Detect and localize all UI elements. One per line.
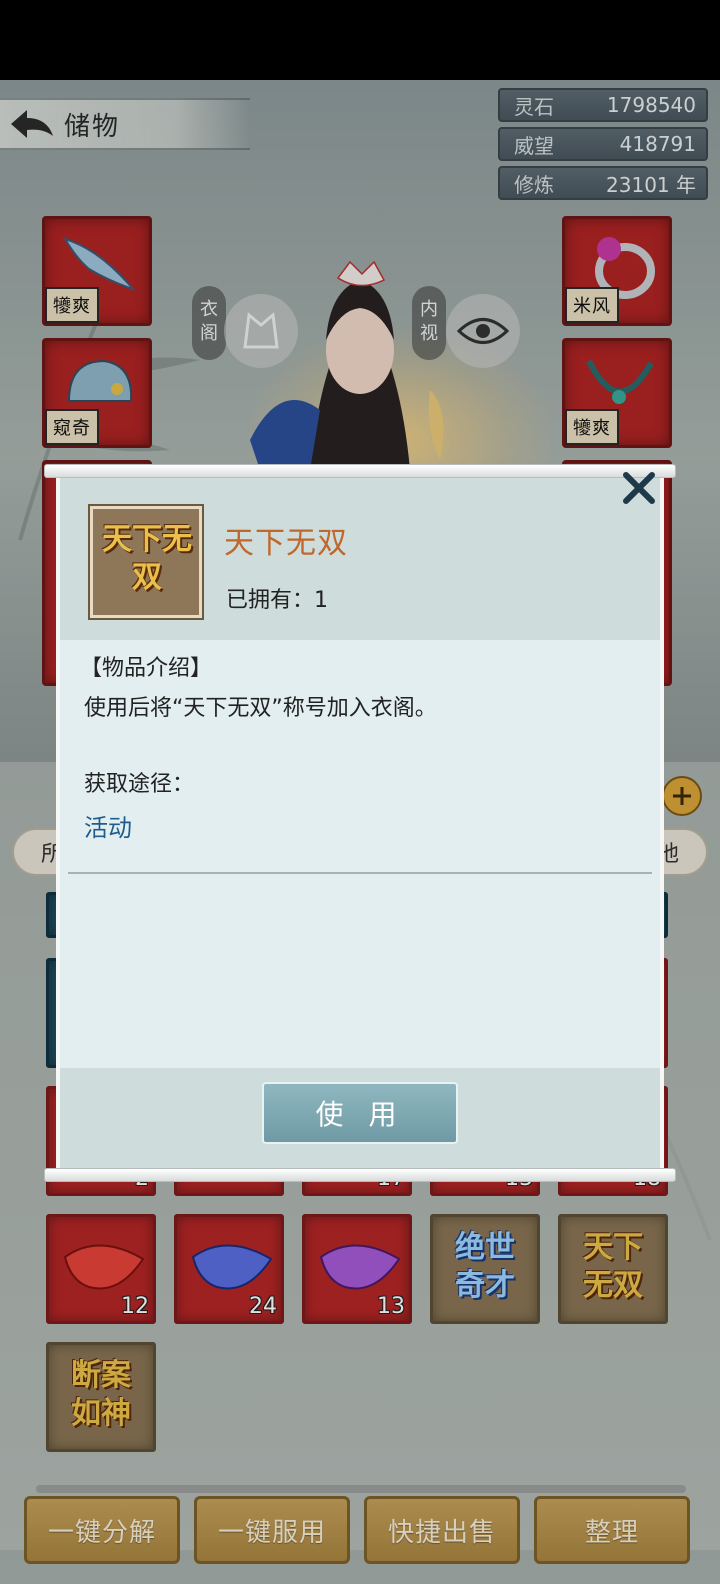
owned-count: 已拥有：1 [226, 588, 328, 613]
use-button[interactable]: 使 用 [262, 1082, 458, 1144]
title-item-art: 天下无双 [102, 522, 192, 595]
scroll-rod-bottom [44, 1168, 676, 1182]
item-name: 天下无双 [224, 526, 348, 561]
divider [68, 872, 652, 874]
dialog-body: 天下无双 天下无双 已拥有：1 【物品介绍】 使用后将“天下无双”称号加入衣阁。… [56, 474, 664, 1176]
use-button-label: 使 用 [315, 1098, 405, 1131]
item-detail-dialog: 天下无双 天下无双 已拥有：1 【物品介绍】 使用后将“天下无双”称号加入衣阁。… [44, 464, 676, 1184]
description-heading: 【物品介绍】 [80, 656, 213, 681]
source-heading: 获取途径： [84, 772, 195, 797]
status-bar [0, 0, 720, 80]
close-icon [623, 472, 655, 504]
close-dialog-button[interactable] [620, 468, 658, 508]
item-icon-frame: 天下无双 [88, 504, 204, 620]
scroll-rod-top [44, 464, 676, 478]
item-description: 使用后将“天下无双”称号加入衣阁。 [84, 696, 437, 721]
source-link[interactable]: 活动 [84, 808, 132, 843]
